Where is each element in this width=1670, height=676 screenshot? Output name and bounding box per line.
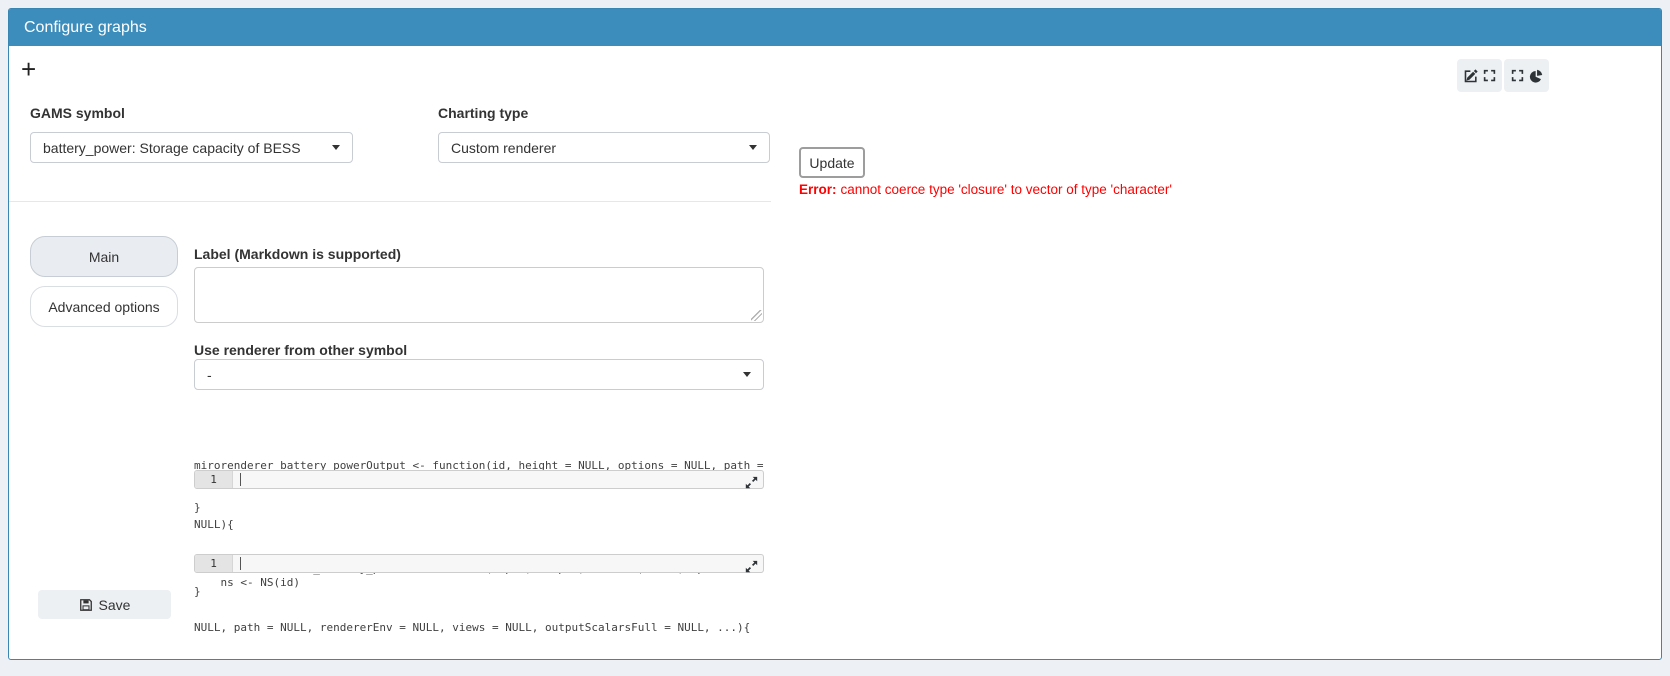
line-number-gutter: 1: [195, 555, 233, 572]
line-number-gutter: 1: [195, 471, 233, 488]
save-button-label: Save: [99, 597, 131, 613]
panel-body: + GAMS symbol battery_po: [9, 46, 1661, 659]
panel-title: Configure graphs: [9, 9, 1661, 46]
configure-graphs-panel: Configure graphs +: [8, 8, 1662, 660]
tab-main[interactable]: Main: [30, 236, 178, 277]
output-function-closing-brace: }: [194, 498, 779, 518]
charting-type-select[interactable]: Custom renderer: [438, 132, 770, 163]
floppy-icon: [79, 598, 93, 612]
preview-fullscreen-button[interactable]: [1504, 59, 1549, 92]
save-button[interactable]: Save: [38, 590, 171, 619]
use-renderer-selected-value: -: [207, 367, 212, 383]
text-cursor: [240, 557, 241, 570]
charting-type-selected-value: Custom renderer: [451, 140, 556, 156]
gams-symbol-selected-value: battery_power: Storage capacity of BESS: [43, 140, 301, 156]
use-renderer-select[interactable]: -: [194, 359, 764, 390]
render-function-closing-brace: }: [194, 582, 779, 602]
gams-symbol-label: GAMS symbol: [30, 105, 125, 121]
error-text: cannot coerce type 'closure' to vector o…: [841, 182, 1172, 197]
section-divider: [9, 201, 771, 202]
chevron-down-icon: [332, 145, 340, 150]
header-action-buttons: [1457, 59, 1549, 92]
output-code-editor[interactable]: 1: [194, 470, 764, 489]
plus-icon: +: [21, 54, 36, 84]
expand-arrows-icon[interactable]: [745, 560, 758, 573]
error-message: Error: cannot coerce type 'closure' to ve…: [799, 182, 1172, 197]
pie-chart-icon: [1529, 69, 1543, 83]
code-editor-input[interactable]: [233, 471, 763, 488]
fullscreen-icon: [1483, 69, 1496, 82]
use-renderer-label: Use renderer from other symbol: [194, 342, 407, 358]
error-prefix: Error:: [799, 182, 837, 197]
label-markdown-field: [194, 267, 764, 323]
render-code-editor[interactable]: 1: [194, 554, 764, 573]
code-line: NULL, path = NULL, rendererEnv = NULL, v…: [194, 618, 779, 638]
fullscreen-icon: [1511, 69, 1524, 82]
update-button[interactable]: Update: [799, 147, 865, 178]
tab-advanced-options[interactable]: Advanced options: [30, 286, 178, 327]
chevron-down-icon: [749, 145, 757, 150]
label-markdown-label: Label (Markdown is supported): [194, 246, 401, 262]
charting-type-label: Charting type: [438, 105, 528, 121]
edit-icon: [1464, 69, 1478, 83]
chevron-down-icon: [743, 372, 751, 377]
gams-symbol-select[interactable]: battery_power: Storage capacity of BESS: [30, 132, 353, 163]
label-markdown-textarea[interactable]: [194, 267, 764, 323]
expand-arrows-icon[interactable]: [745, 476, 758, 489]
add-graph-button[interactable]: +: [21, 56, 36, 82]
edit-fullscreen-button[interactable]: [1457, 59, 1502, 92]
text-cursor: [240, 473, 241, 486]
code-editor-input[interactable]: [233, 555, 763, 572]
